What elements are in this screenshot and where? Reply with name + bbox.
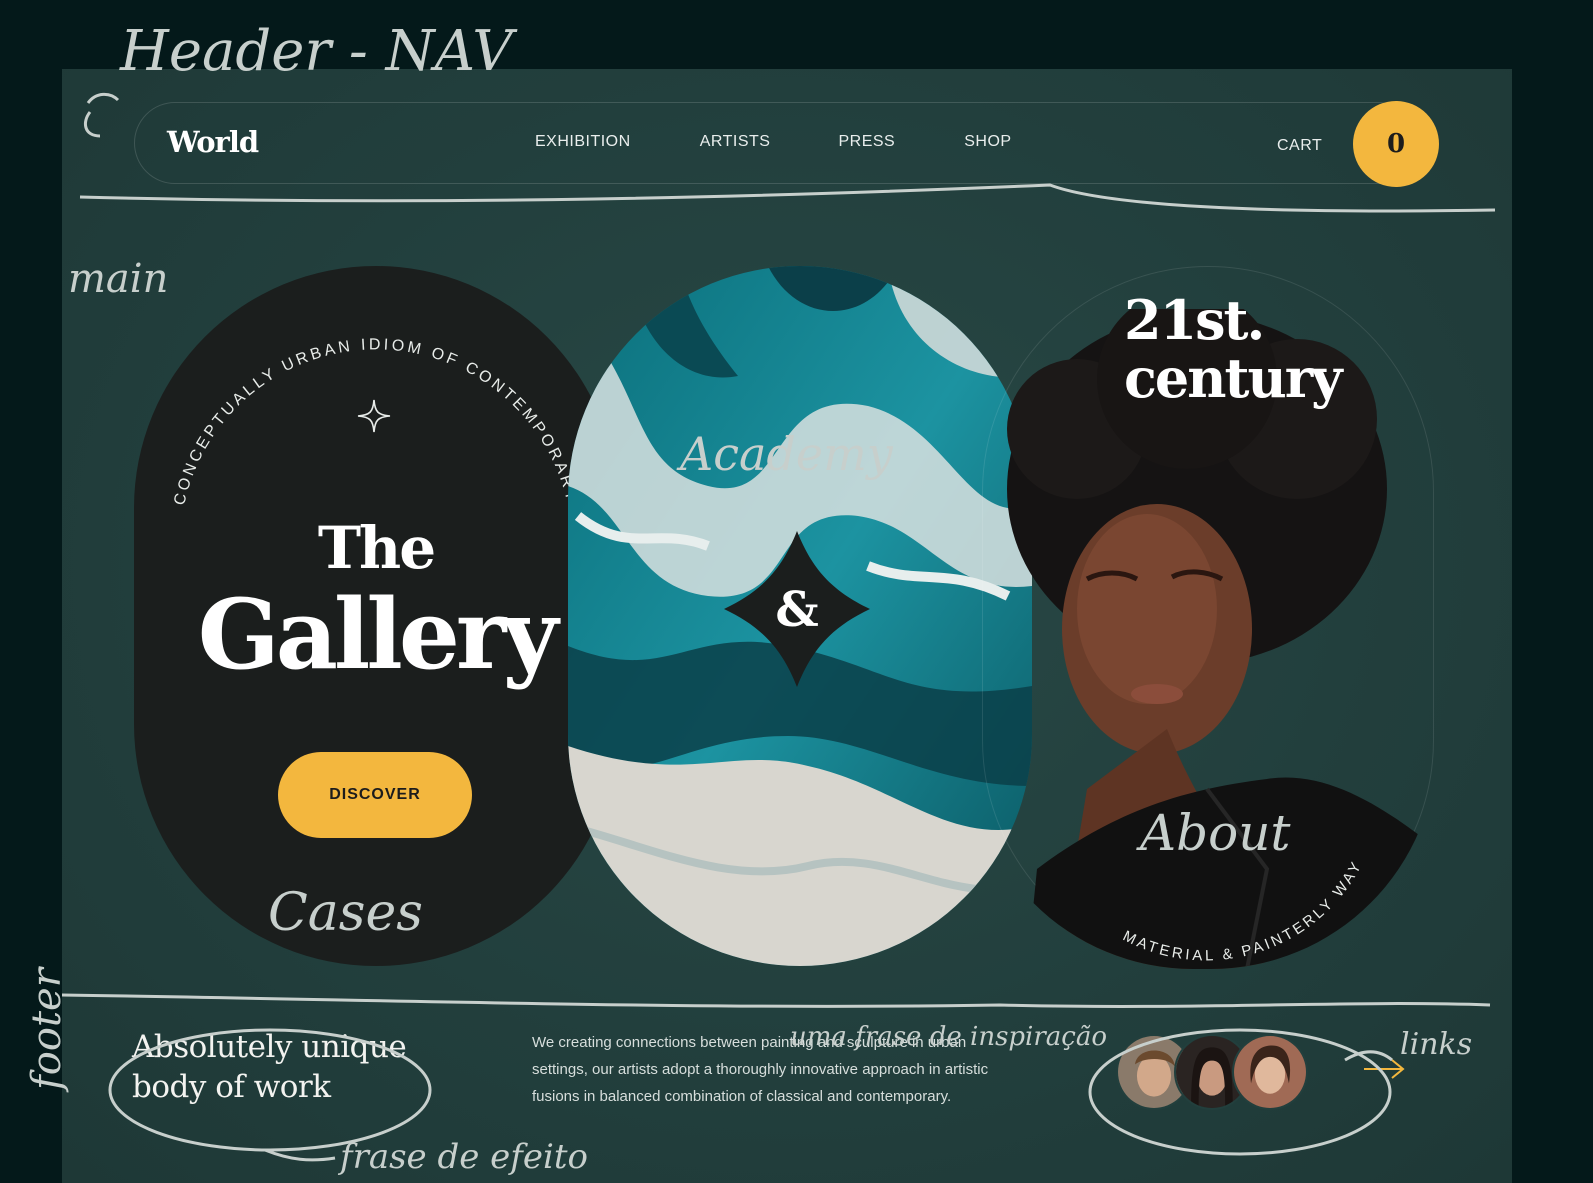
ampersand-text: & bbox=[775, 582, 818, 638]
avatar-3[interactable] bbox=[1232, 1034, 1308, 1110]
hero-title-the: The bbox=[317, 514, 436, 582]
portrait-curved-text-label: MATERIAL & PAINTERLY WAY bbox=[1120, 857, 1363, 964]
century-heading: 21st. century bbox=[1124, 288, 1343, 410]
nav-link-exhibition[interactable]: EXHIBITION bbox=[535, 133, 631, 151]
nav-link-shop[interactable]: SHOP bbox=[964, 133, 1011, 151]
header-nav: World EXHIBITION ARTISTS PRESS SHOP CART… bbox=[134, 101, 1439, 187]
svg-text:MATERIAL & PAINTERLY WAY: MATERIAL & PAINTERLY WAY bbox=[1120, 857, 1366, 964]
tagline-line-1: Absolutely unique bbox=[132, 1029, 407, 1065]
tagline-line-2: body of work bbox=[132, 1069, 331, 1105]
footer-blurb: We creating connections between painting… bbox=[532, 1034, 989, 1105]
artist-avatars[interactable] bbox=[1116, 1034, 1316, 1110]
arrow-right-icon[interactable] bbox=[1362, 1057, 1406, 1081]
century-line-1: 21st. bbox=[1124, 288, 1265, 352]
hero-title-gallery: Gallery bbox=[197, 578, 559, 691]
cart-count-button[interactable]: 0 bbox=[1353, 101, 1439, 187]
curved-tagline-text: CONCEPTUALLY URBAN IDIOM OF CONTEMPORARY… bbox=[134, 266, 577, 507]
nav-links: EXHIBITION ARTISTS PRESS SHOP bbox=[535, 133, 1081, 151]
nav-link-artists[interactable]: ARTISTS bbox=[700, 133, 771, 151]
svg-text:CONCEPTUALLY URBAN IDIOM OF CO: CONCEPTUALLY URBAN IDIOM OF CONTEMPORARY… bbox=[134, 266, 580, 507]
ampersand-badge: & bbox=[724, 531, 870, 687]
logo[interactable]: World bbox=[167, 125, 259, 159]
gallery-card: CONCEPTUALLY URBAN IDIOM OF CONTEMPORARY… bbox=[134, 266, 618, 966]
sparkle-icon bbox=[357, 399, 391, 433]
nav-link-press[interactable]: PRESS bbox=[838, 133, 895, 151]
discover-button[interactable]: DISCOVER bbox=[278, 752, 472, 838]
footer-tagline: Absolutely unique body of work bbox=[132, 1027, 407, 1107]
century-line-2: century bbox=[1124, 346, 1343, 410]
website-screen: World EXHIBITION ARTISTS PRESS SHOP CART… bbox=[62, 69, 1512, 1183]
portrait-curved-text: MATERIAL & PAINTERLY WAY bbox=[1120, 857, 1366, 964]
cart-label[interactable]: CART bbox=[1277, 137, 1322, 155]
